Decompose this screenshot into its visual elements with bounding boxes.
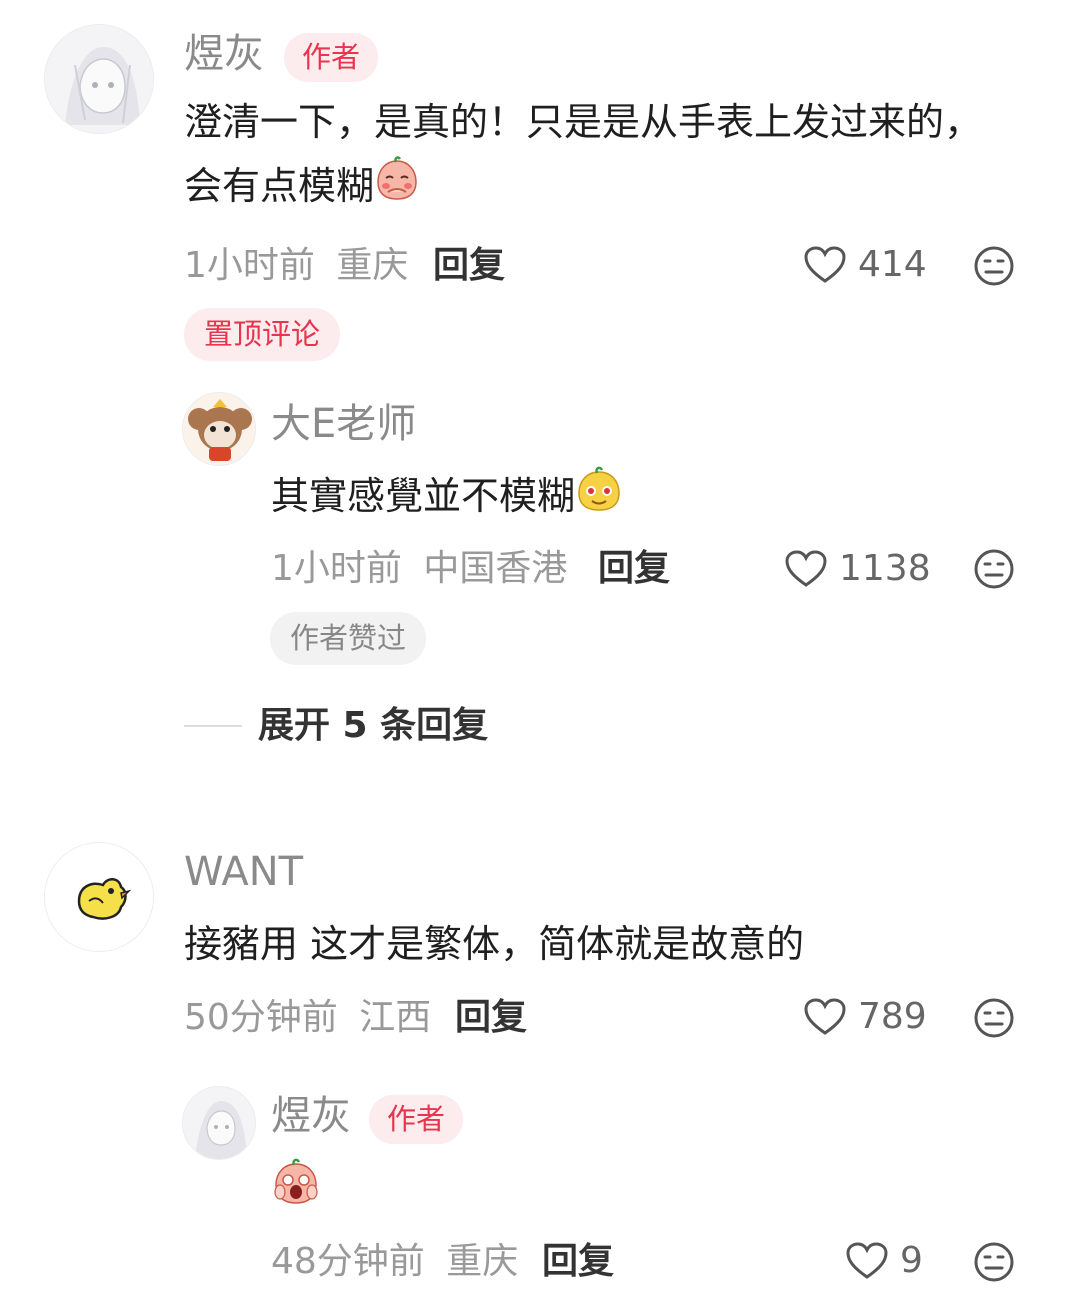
comment-text-content: 澄清一下，是真的！只是是从手表上发过来的，会有点模糊 [184,100,983,208]
like-button[interactable]: 789 [804,998,927,1036]
like-button[interactable]: 1138 [785,550,931,588]
meh-face-icon [974,1242,1014,1282]
comment-location: 重庆 [336,245,409,286]
comment-text: 澄清一下，是真的！只是是从手表上发过来的，会有点模糊 [184,90,1014,221]
like-count: 789 [858,996,927,1037]
reply-username[interactable]: 煜灰 [271,1096,351,1136]
avatar[interactable] [182,392,256,466]
yellow-chick-avatar-icon [45,843,153,951]
avatar[interactable] [182,1086,256,1160]
reply-location: 重庆 [446,1241,519,1282]
reply-button[interactable]: 回复 [598,551,670,587]
divider-line [184,725,242,727]
comment-location: 江西 [359,997,432,1038]
like-count: 1138 [839,548,931,589]
dislike-button[interactable] [973,997,1015,1043]
dislike-button[interactable] [973,1241,1015,1287]
reply-meta: 48分钟前 重庆 [271,1244,518,1280]
reply-text-content: 其實感覺並不模糊 [271,474,576,518]
shocked-face-emoji-icon [272,1158,320,1210]
comment-username[interactable]: WANT [184,852,303,892]
reply-meta: 1小时前 中国香港 [271,551,567,587]
author-badge: 作者 [369,1095,464,1144]
anime-girl-avatar-icon [183,1087,255,1159]
reply-username[interactable]: 大E老师 [271,404,416,444]
reply-button[interactable]: 回复 [433,248,505,284]
reply-button[interactable]: 回复 [455,1000,527,1036]
heart-icon [804,246,846,283]
pinned-comment-badge: 置顶评论 [184,308,341,361]
reply-location: 中国香港 [423,548,568,589]
comment-username[interactable]: 煜灰 [184,34,264,74]
like-count: 9 [900,1240,923,1281]
liked-by-author-badge: 作者赞过 [270,612,427,665]
heart-icon [846,1242,888,1279]
avatar[interactable] [44,24,154,134]
like-button[interactable]: 9 [846,1242,923,1280]
expand-replies-label: 展开 5 条回复 [258,705,489,746]
author-badge: 作者 [284,33,379,82]
reply-text: 其實感覺並不模糊 [271,464,623,532]
anime-girl-avatar-icon [45,25,153,133]
yellow-smug-emoji-icon [575,465,623,532]
comment-time: 50分钟前 [184,997,338,1038]
dislike-button[interactable] [973,245,1015,291]
reply-time: 1小时前 [271,548,402,589]
comment-time: 1小时前 [184,245,315,286]
meh-face-icon [974,549,1014,589]
avatar[interactable] [44,842,154,952]
reply-button[interactable]: 回复 [542,1244,614,1280]
dislike-button[interactable] [973,548,1015,594]
reply-time: 48分钟前 [271,1241,425,1282]
comment-text: 接豬用 这才是繁体，简体就是故意的 [184,922,805,966]
like-count: 414 [858,244,927,285]
comment-meta: 50分钟前 江西 [184,1000,431,1036]
monkey-avatar-icon [183,393,255,465]
meh-face-icon [974,246,1014,286]
heart-icon [804,998,846,1035]
like-button[interactable]: 414 [804,246,927,284]
meh-face-icon [974,998,1014,1038]
expand-replies-button[interactable]: 展开 5 条回复 [184,708,488,744]
heart-icon [785,550,827,587]
comment-meta: 1小时前 重庆 [184,248,408,284]
shy-peach-emoji-icon [374,156,420,221]
